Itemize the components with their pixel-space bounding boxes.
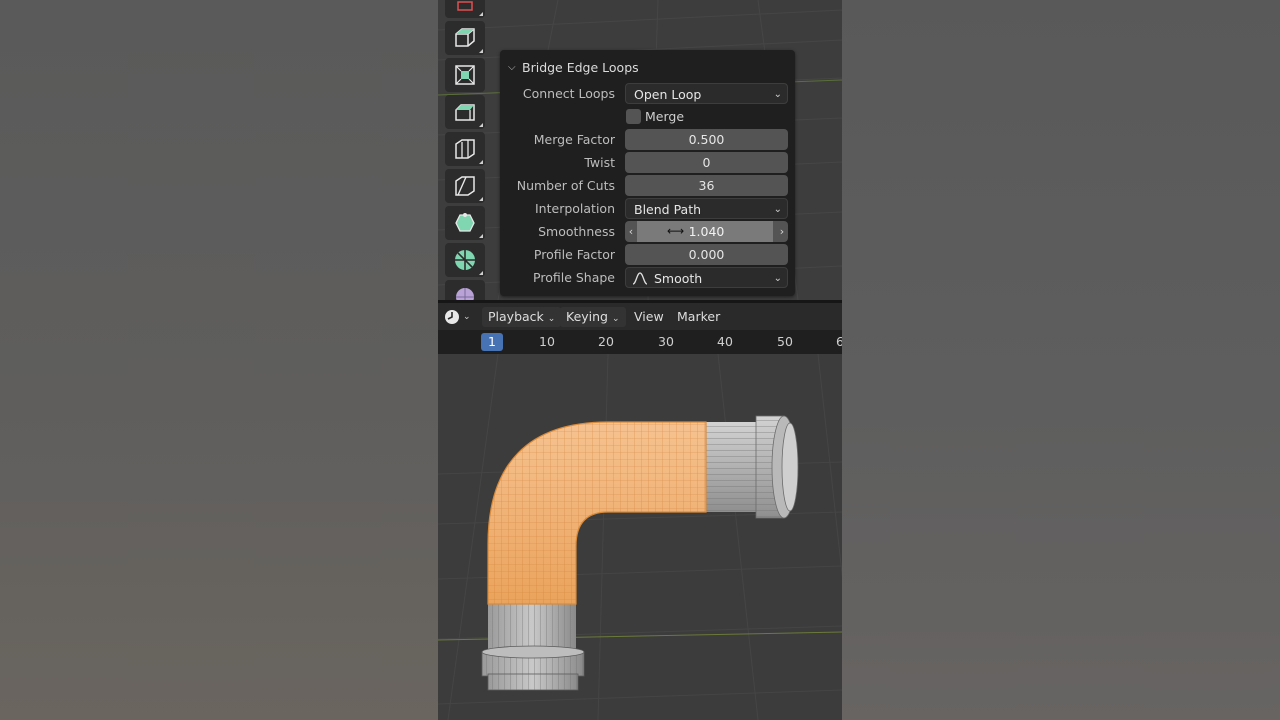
frame-ruler[interactable]: 1 10 20 30 40 50 6: [438, 330, 842, 354]
keying-menu[interactable]: Keying ⌄: [560, 307, 626, 327]
merge-factor-field[interactable]: 0.500: [625, 129, 788, 150]
connect-loops-row: Connect Loops Open Loop ⌄: [500, 83, 795, 104]
chevron-down-icon: ⌄: [773, 204, 782, 215]
chevron-down-icon: ⌵: [508, 61, 516, 73]
twist-label: Twist: [584, 155, 615, 170]
profile-factor-field[interactable]: 0.000: [625, 244, 788, 265]
interpolation-value: Blend Path: [634, 202, 702, 217]
number-of-cuts-label: Number of Cuts: [516, 178, 615, 193]
chevron-down-icon: ⌄: [612, 314, 620, 324]
tool-partial-icon-button[interactable]: [445, 0, 485, 18]
connect-loops-label: Connect Loops: [522, 86, 615, 101]
spin-icon: [455, 250, 475, 270]
chevron-down-icon: ⌄: [773, 273, 782, 284]
extrude-region-button[interactable]: [445, 21, 485, 55]
interpolation-row: Interpolation Blend Path ⌄: [500, 198, 795, 219]
panel-title: Bridge Edge Loops: [522, 59, 639, 75]
twist-row: Twist 0: [500, 152, 795, 173]
merge-factor-label: Merge Factor: [533, 132, 615, 147]
smoothness-row: Smoothness ‹ › 1.040 ⟷: [500, 221, 795, 242]
tool-shelf: [442, 0, 485, 314]
spin-button[interactable]: [445, 243, 485, 277]
bevel-icon: [455, 104, 475, 121]
connect-loops-value: Open Loop: [634, 87, 702, 102]
panel-header[interactable]: ⌵ Bridge Edge Loops: [508, 56, 639, 78]
pipe-mesh-view: [438, 353, 842, 720]
frame-label: 30: [658, 334, 674, 349]
profile-shape-dropdown[interactable]: Smooth ⌄: [625, 267, 788, 288]
profile-factor-label: Profile Factor: [533, 247, 615, 262]
horizontal-resize-cursor-icon: ⟷: [667, 224, 685, 238]
clock-icon: [445, 310, 459, 324]
frame-label: 6: [836, 334, 842, 349]
loop-cut-button[interactable]: [445, 132, 485, 166]
connect-loops-dropdown[interactable]: Open Loop ⌄: [625, 83, 788, 104]
current-frame-indicator[interactable]: 1: [481, 333, 503, 351]
merge-factor-row: Merge Factor 0.500: [500, 129, 795, 150]
pipe-horizontal-section: [700, 415, 799, 519]
merge-row: Merge: [500, 106, 795, 127]
viewport-3d-bottom[interactable]: [438, 353, 842, 720]
tool-partial-icon: [457, 1, 473, 11]
profile-shape-value: Smooth: [654, 271, 703, 286]
interpolation-dropdown[interactable]: Blend Path ⌄: [625, 198, 788, 219]
frame-label: 10: [539, 334, 555, 349]
right-blurred-backdrop: [842, 0, 1280, 720]
profile-shape-label: Profile Shape: [533, 270, 615, 285]
pipe-bend-selected: [487, 421, 707, 605]
chevron-down-icon: ⌄: [547, 314, 556, 324]
keying-label: Keying: [566, 309, 608, 324]
knife-button[interactable]: [445, 169, 485, 203]
smoothness-slider[interactable]: ‹ › 1.040 ⟷: [625, 221, 788, 242]
bridge-edge-loops-panel: ⌵ Bridge Edge Loops Connect Loops Open L…: [500, 50, 795, 296]
chevron-down-icon: ⌄: [773, 89, 782, 100]
viewport-3d-top[interactable]: ⌵ Bridge Edge Loops Connect Loops Open L…: [438, 0, 842, 314]
interpolation-label: Interpolation: [535, 201, 615, 216]
pipe-vertical-section: [481, 604, 585, 691]
frame-label: 20: [598, 334, 614, 349]
playback-label: Playback: [488, 309, 544, 324]
smoothness-value: 1.040: [688, 224, 725, 239]
inset-faces-icon: [455, 65, 475, 85]
frame-label: 50: [777, 334, 793, 349]
loop-cut-icon: [455, 139, 475, 159]
poly-build-icon: [455, 213, 475, 232]
merge-checkbox[interactable]: [626, 109, 641, 124]
smooth-curve-icon: [632, 272, 648, 285]
knife-icon: [455, 176, 475, 196]
view-menu[interactable]: View: [628, 307, 670, 327]
number-of-cuts-field[interactable]: 36: [625, 175, 788, 196]
inset-faces-button[interactable]: [445, 58, 485, 92]
extrude-region-icon: [455, 28, 475, 47]
twist-field[interactable]: 0: [625, 152, 788, 173]
merge-label[interactable]: Merge: [645, 106, 684, 127]
marker-menu[interactable]: Marker: [671, 307, 726, 327]
bevel-button[interactable]: [445, 95, 485, 129]
blender-window: ⌵ Bridge Edge Loops Connect Loops Open L…: [438, 0, 842, 720]
chevron-down-icon: ⌄: [463, 312, 471, 322]
profile-factor-row: Profile Factor 0.000: [500, 244, 795, 265]
number-of-cuts-row: Number of Cuts 36: [500, 175, 795, 196]
profile-shape-row: Profile Shape Smooth ⌄: [500, 267, 795, 288]
left-blurred-backdrop: [0, 0, 438, 720]
frame-label: 40: [717, 334, 733, 349]
timeline-header: ⌄ Playback ⌄ Keying ⌄ View Marker: [438, 303, 842, 330]
playback-menu[interactable]: Playback ⌄: [482, 307, 562, 327]
smoothness-label: Smoothness: [538, 224, 615, 239]
editor-type-selector[interactable]: ⌄: [444, 307, 476, 327]
poly-build-button[interactable]: [445, 206, 485, 240]
